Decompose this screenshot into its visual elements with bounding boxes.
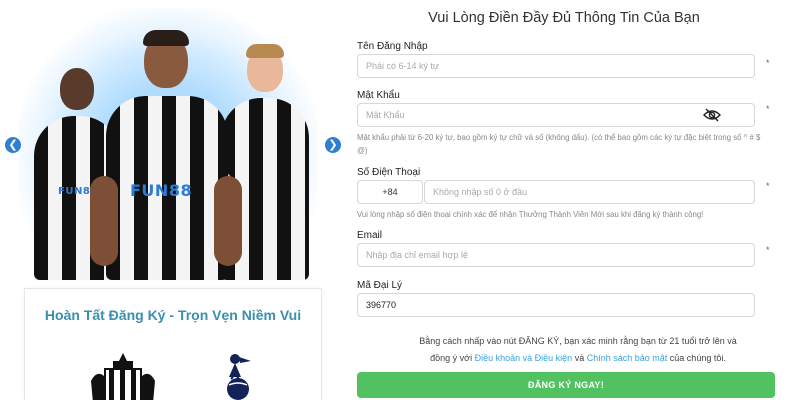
agent-code-input[interactable] [357,293,755,317]
agent-code-label: Mã Đại Lý [357,280,403,291]
phone-country-code[interactable]: +84 [357,180,423,204]
phone-hint: Vui lòng nhập số điện thoại chính xác để… [357,210,704,219]
privacy-link[interactable]: Chính sách bảo mật [587,353,668,363]
email-label: Email [357,230,383,241]
form-title: Vui Lòng Điền Đầy Đủ Thông Tin Của Bạn [428,10,700,26]
phone-label: Số Điện Thoại [357,167,421,178]
terms-notice: Bằng cách nhấp vào nút ĐĂNG KÝ, bạn xác … [419,336,737,363]
registration-form: Vui Lòng Điền Đầy Đủ Thông Tin Của Bạn T… [348,0,800,400]
player-center: FUN88 [90,26,242,280]
promo-title: Hoàn Tất Đăng Ký - Trọn Vẹn Niềm Vui [44,307,302,323]
email-required-mark: * [766,245,770,255]
phone-required-mark: * [766,181,770,191]
password-required-mark: * [766,104,770,114]
chevron-left-icon: ❮ [8,139,18,151]
password-label: Mật Khẩu [357,90,400,101]
email-input[interactable] [357,243,755,267]
password-hint: Mật khẩu phải từ 6-20 ký tự, bao gồm ký … [357,133,761,155]
carousel-next-button[interactable]: ❯ [325,137,341,153]
promo-banner: FUN88 FUN88 ❮ ❯ Hoàn Tất Đăng Ký - Trọn … [0,0,341,400]
tottenham-crest-icon [227,354,251,400]
registration-page: FUN88 FUN88 ❮ ❯ Hoàn Tất Đăng Ký - Trọn … [0,0,800,400]
terms-link[interactable]: Điều khoản và Điều kiện [475,353,573,363]
phone-input[interactable] [424,180,755,204]
eye-slash-icon[interactable] [703,108,721,122]
register-button[interactable]: ĐĂNG KÝ NGAY! [357,372,775,398]
players-carousel-image: FUN88 FUN88 [18,8,318,280]
promo-box: Hoàn Tất Đăng Ký - Trọn Vẹn Niềm Vui [24,288,322,400]
username-label: Tên Đăng Nhập [357,41,428,52]
chevron-right-icon: ❯ [328,139,338,151]
username-input[interactable] [357,54,755,78]
password-input[interactable] [357,103,755,127]
username-required-mark: * [766,58,770,68]
carousel-prev-button[interactable]: ❮ [5,137,21,153]
newcastle-crest-icon [91,353,155,400]
